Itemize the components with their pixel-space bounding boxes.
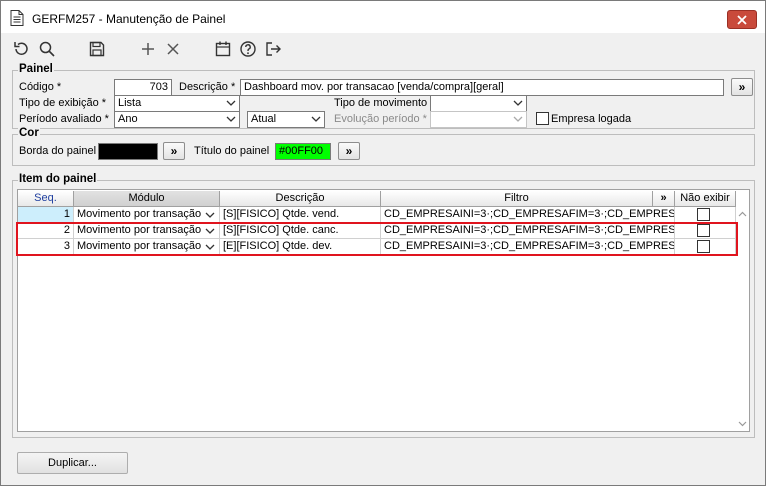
borda-color-swatch[interactable] bbox=[98, 143, 158, 160]
periodo-ref-select[interactable]: Atual bbox=[247, 111, 325, 128]
nao-exibir-checkbox[interactable] bbox=[697, 208, 710, 221]
periodo-label: Período avaliado * bbox=[19, 113, 109, 125]
col-header-modulo[interactable]: Módulo bbox=[74, 191, 220, 207]
descricao-label: Descrição * bbox=[179, 81, 236, 93]
col-header-descricao[interactable]: Descrição bbox=[220, 191, 381, 207]
tipo-movimento-label: Tipo de movimento bbox=[334, 97, 428, 109]
delete-button[interactable] bbox=[163, 39, 183, 59]
scroll-down-icon[interactable] bbox=[738, 421, 747, 427]
titulo-color-button[interactable]: » bbox=[338, 142, 360, 160]
delete-icon bbox=[167, 43, 179, 55]
table-row-1-descricao[interactable]: [S][FISICO] Qtde. vend. bbox=[220, 207, 381, 223]
filtro-expand-button[interactable]: » bbox=[653, 191, 675, 207]
evolucao-label: Evolução período * bbox=[334, 113, 427, 125]
calendar-icon bbox=[215, 41, 231, 57]
col-header-seq[interactable]: Seq. bbox=[18, 191, 74, 207]
codigo-input[interactable]: 703 bbox=[114, 79, 172, 96]
add-icon bbox=[142, 43, 154, 55]
save-icon bbox=[89, 41, 105, 57]
table-row-1-modulo[interactable]: Movimento por transação bbox=[74, 207, 220, 223]
periodo-value: Ano bbox=[118, 113, 138, 125]
undo-icon bbox=[14, 42, 28, 55]
codigo-label: Código * bbox=[19, 81, 62, 93]
table-row-1-nao-exibir-cell bbox=[675, 207, 736, 223]
close-button[interactable] bbox=[727, 10, 757, 29]
chevron-down-icon bbox=[226, 100, 236, 106]
help-icon bbox=[240, 41, 256, 57]
col-header-nao-exibir[interactable]: Não exibir bbox=[675, 191, 736, 207]
chevron-down-icon bbox=[226, 116, 236, 122]
window-title: GERFM257 - Manutenção de Painel bbox=[32, 12, 226, 26]
descricao-input[interactable]: Dashboard mov. por transacao [venda/comp… bbox=[240, 79, 724, 96]
col-header-filtro[interactable]: Filtro bbox=[381, 191, 653, 207]
table-row-1-filtro[interactable]: CD_EMPRESAINI=3·;CD_EMPRESAFIM=3·;CD_EMP… bbox=[381, 207, 675, 223]
highlight-box bbox=[16, 222, 738, 256]
exit-button[interactable] bbox=[263, 39, 283, 59]
painel-section-title: Painel bbox=[18, 63, 54, 75]
duplicar-button[interactable]: Duplicar... bbox=[17, 452, 128, 474]
add-button[interactable] bbox=[138, 39, 158, 59]
toolbar bbox=[1, 35, 765, 63]
descricao-lookup-button[interactable]: » bbox=[731, 78, 753, 96]
chevron-down-icon bbox=[513, 100, 523, 106]
save-button[interactable] bbox=[87, 39, 107, 59]
empresa-logada-checkbox[interactable] bbox=[536, 112, 549, 125]
search-icon bbox=[39, 41, 55, 57]
titulo-label: Título do painel bbox=[194, 145, 270, 157]
periodo-ref-value: Atual bbox=[251, 113, 277, 125]
tipo-exibicao-select[interactable]: Lista bbox=[114, 95, 240, 112]
tipo-exibicao-value: Lista bbox=[118, 97, 142, 109]
document-icon bbox=[10, 10, 24, 26]
borda-label: Borda do painel bbox=[19, 145, 97, 157]
search-button[interactable] bbox=[37, 39, 57, 59]
chevron-down-icon bbox=[311, 116, 321, 122]
tipo-movimento-select[interactable] bbox=[430, 95, 527, 112]
help-button[interactable] bbox=[238, 39, 258, 59]
undo-button[interactable] bbox=[11, 39, 31, 59]
modulo-value: Movimento por transação bbox=[77, 208, 202, 220]
scroll-up-icon[interactable] bbox=[738, 211, 747, 217]
table-row-1-seq[interactable]: 1 bbox=[18, 207, 74, 223]
calendar-button[interactable] bbox=[213, 39, 233, 59]
close-icon bbox=[737, 14, 747, 25]
exit-icon bbox=[266, 42, 281, 56]
tipo-exibicao-label: Tipo de exibição * bbox=[19, 97, 107, 109]
periodo-select[interactable]: Ano bbox=[114, 111, 240, 128]
chevron-down-icon bbox=[513, 116, 523, 122]
cor-section-title: Cor bbox=[18, 127, 40, 139]
titulo-color-swatch[interactable]: #00FF00 bbox=[275, 143, 331, 160]
title-bar: GERFM257 - Manutenção de Painel bbox=[1, 1, 765, 33]
evolucao-select[interactable] bbox=[430, 111, 527, 128]
borda-color-button[interactable]: » bbox=[163, 142, 185, 160]
main-window: GERFM257 - Manutenção de Painel Painel C… bbox=[0, 0, 766, 486]
empresa-logada-label: Empresa logada bbox=[551, 113, 632, 125]
chevron-down-icon bbox=[205, 212, 215, 218]
item-painel-section-title: Item do painel bbox=[18, 173, 98, 185]
